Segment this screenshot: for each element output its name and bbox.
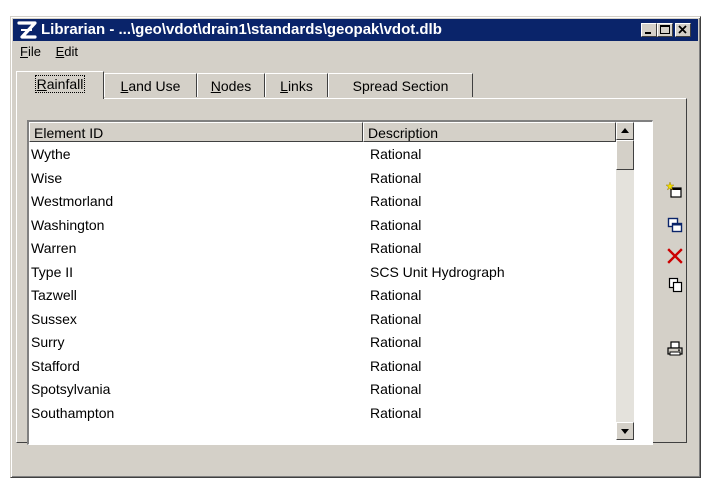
- close-icon: [678, 25, 687, 34]
- menu-file-label: ile: [27, 44, 41, 59]
- geopak-logo-icon: [17, 21, 37, 39]
- tab-rainfall-label: ainfall: [46, 76, 84, 92]
- cell-description: Rational: [370, 310, 422, 327]
- scroll-up-button[interactable]: [616, 122, 634, 140]
- tab-land-use[interactable]: Land Use: [104, 73, 197, 97]
- tab-nodes[interactable]: Nodes: [197, 73, 265, 97]
- table-row[interactable]: Type II SCS Unit Hydrograph: [29, 261, 614, 285]
- maximize-icon: [660, 25, 670, 34]
- table-row[interactable]: Sussex Rational: [29, 308, 614, 332]
- window-title: Librarian - ...\geo\vdot\drain1\standard…: [41, 21, 442, 38]
- scrollbar-thumb[interactable]: [616, 140, 634, 170]
- cell-element-id: Washington: [31, 216, 105, 233]
- delete-icon[interactable]: [666, 247, 684, 265]
- title-bar[interactable]: Librarian - ...\geo\vdot\drain1\standard…: [13, 19, 698, 41]
- cell-element-id: Tazwell: [31, 287, 77, 303]
- list-rows: Wythe Rational Wise Rational Westmorland Ra…: [29, 143, 614, 425]
- vertical-scrollbar[interactable]: [616, 122, 634, 440]
- table-row[interactable]: Tazwell Rational: [29, 284, 614, 308]
- tab-links-mnemonic: L: [280, 78, 288, 94]
- cell-element-id: Type II: [31, 263, 74, 280]
- copy-icon[interactable]: [666, 216, 684, 234]
- table-row[interactable]: Surry Rational: [29, 331, 614, 355]
- menu-file[interactable]: File: [20, 43, 41, 61]
- cell-description: Rational: [370, 216, 422, 233]
- cell-description: Rational: [370, 146, 422, 162]
- cell-element-id: Wise: [31, 169, 63, 186]
- arrow-down-icon: [621, 429, 629, 434]
- tab-nodes-label: odes: [220, 78, 252, 94]
- cell-description: SCS Unit Hydrograph: [370, 263, 505, 280]
- minimize-button[interactable]: [641, 23, 657, 37]
- menu-file-mnemonic: F: [20, 44, 28, 59]
- menu-bar: File Edit: [15, 43, 84, 61]
- table-row[interactable]: Washington Rational: [29, 214, 614, 238]
- menu-edit-mnemonic: E: [55, 44, 65, 59]
- cell-description: Rational: [370, 169, 422, 186]
- tab-links[interactable]: Links: [265, 73, 328, 97]
- tab-rainfall-mnemonic: R: [36, 76, 47, 92]
- cell-description: Rational: [370, 357, 422, 374]
- tab-land-use-label: and Use: [128, 78, 181, 94]
- table-row[interactable]: Spotsylvania Rational: [29, 378, 614, 402]
- tab-nodes-mnemonic: N: [210, 78, 221, 94]
- table-row[interactable]: Warren Rational: [29, 237, 614, 261]
- cell-element-id: Southampton: [31, 404, 115, 421]
- scroll-down-button[interactable]: [616, 422, 634, 440]
- close-button[interactable]: [675, 23, 691, 37]
- cell-element-id: Warren: [31, 240, 77, 256]
- table-row[interactable]: Westmorland Rational: [29, 190, 614, 214]
- cell-element-id: Spotsylvania: [31, 381, 111, 397]
- minimize-icon: [645, 32, 651, 34]
- table-row[interactable]: Wise Rational: [29, 167, 614, 191]
- tab-links-label: inks: [287, 78, 313, 94]
- tab-spread-section[interactable]: Spread Section: [328, 73, 473, 97]
- column-header-element-id[interactable]: Element ID: [29, 122, 363, 142]
- cell-description: Rational: [370, 193, 422, 209]
- maximize-button[interactable]: [657, 23, 673, 37]
- print-icon[interactable]: [666, 340, 684, 358]
- new-item-icon[interactable]: [666, 181, 684, 199]
- cell-description: Rational: [370, 240, 422, 256]
- cell-element-id: Sussex: [31, 310, 77, 327]
- table-row[interactable]: Stafford Rational: [29, 355, 614, 379]
- table-row[interactable]: Southampton Rational: [29, 402, 614, 426]
- cell-description: Rational: [370, 334, 422, 350]
- tab-spread-section-label: Spread Section: [352, 78, 449, 94]
- element-list[interactable]: Element ID Description Wythe Rational Wis…: [27, 120, 653, 445]
- table-row[interactable]: Wythe Rational: [29, 143, 614, 167]
- cell-element-id: Westmorland: [31, 193, 114, 209]
- cell-element-id: Wythe: [31, 146, 71, 162]
- arrow-up-icon: [621, 128, 629, 133]
- column-header-description[interactable]: Description: [363, 122, 616, 142]
- tab-rainfall[interactable]: Rainfall: [16, 71, 104, 99]
- duplicate-icon[interactable]: [666, 276, 684, 294]
- cell-description: Rational: [370, 381, 422, 397]
- cell-description: Rational: [370, 287, 422, 303]
- cell-description: Rational: [370, 404, 422, 421]
- cell-element-id: Stafford: [31, 357, 80, 374]
- menu-edit[interactable]: Edit: [56, 43, 78, 61]
- menu-edit-label: dit: [64, 44, 78, 59]
- cell-element-id: Surry: [31, 334, 65, 350]
